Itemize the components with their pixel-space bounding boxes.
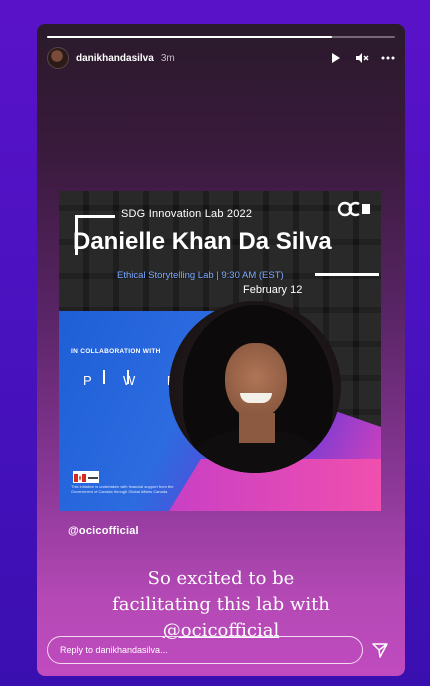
caption-line: So excited to be [147,568,295,589]
send-icon[interactable] [371,641,389,659]
reply-input[interactable]: Reply to danikhandasilva... [47,636,363,664]
post-time: 3m [160,52,175,64]
username[interactable]: danikhandasilva [76,53,154,64]
partner-logo-mark [127,370,129,384]
photo-face [225,343,287,419]
funding-notice: This initiative is undertaken with finan… [71,484,174,494]
story-caption: So excited to be facilitating this lab w… [37,566,405,644]
play-icon[interactable] [329,51,343,65]
oci-logo-icon [337,201,370,217]
photo-smile [240,393,272,403]
canada-logo-icon [73,471,99,483]
lab-label: SDG Innovation Lab 2022 [121,208,253,220]
mention-sticker[interactable]: @ocicofficial [68,525,139,537]
story-progress-fill [47,36,333,38]
story-card[interactable]: danikhandasilva 3m SDG Innovation Lab 20… [37,24,405,676]
frame-accent [75,215,115,218]
event-poster: SDG Innovation Lab 2022 Danielle Khan Da… [59,191,381,511]
facilitator-name: Danielle Khan Da Silva [73,228,332,255]
session-subtitle: Ethical Storytelling Lab | 9:30 AM (EST) [117,270,284,281]
collab-label: IN COLLABORATION WITH [71,348,161,355]
event-date: February 12 [243,284,303,296]
avatar[interactable] [47,47,69,69]
story-header: danikhandasilva 3m [47,47,395,69]
story-progress-bar [47,36,395,38]
partner-logo-mark [103,370,105,384]
facilitator-photo [169,301,341,473]
divider [315,273,379,276]
story-controls [329,51,395,65]
mute-icon[interactable] [355,51,369,65]
caption-line: facilitating this lab with [112,594,330,615]
more-icon[interactable] [381,51,395,65]
